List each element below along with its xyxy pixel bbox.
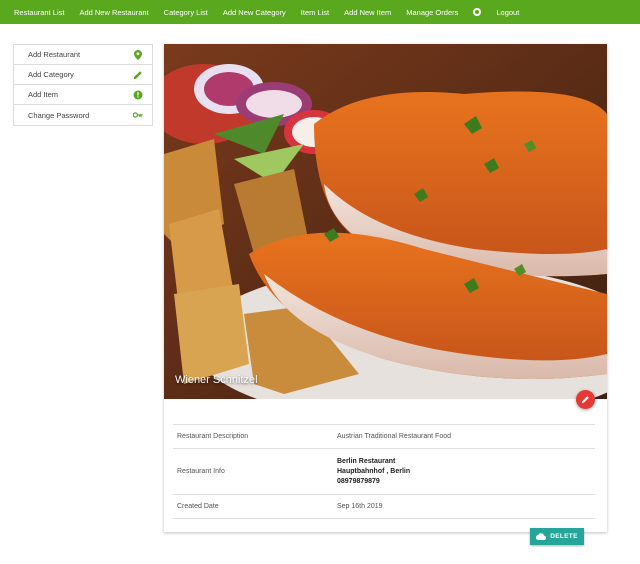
sidebar-item-label: Add Category xyxy=(28,70,74,79)
pencil-icon xyxy=(581,395,590,404)
item-title: Wiener Schnitzel xyxy=(175,374,258,386)
map-marker-icon xyxy=(133,49,143,60)
globe-icon[interactable] xyxy=(473,8,482,16)
created-value: Sep 16th 2019 xyxy=(337,494,595,519)
nav-restaurant-list[interactable]: Restaurant List xyxy=(14,8,64,17)
pencil-icon xyxy=(133,70,143,80)
top-navbar: Restaurant List Add New Restaurant Categ… xyxy=(0,0,640,24)
restaurant-name: Berlin Restaurant xyxy=(337,457,396,465)
food-photo: Wiener Schnitzel xyxy=(164,44,607,399)
delete-button[interactable]: DELETE xyxy=(530,528,584,545)
description-value: Austrian Traditional Restaurant Food xyxy=(337,424,595,449)
table-row: Restaurant Description Austrian Traditio… xyxy=(173,424,595,449)
restaurant-address: Hauptbahnhof , Berlin xyxy=(337,467,411,475)
sidebar-item-add-category[interactable]: Add Category xyxy=(14,65,152,85)
sidebar-item-add-restaurant[interactable]: Add Restaurant xyxy=(14,45,152,65)
created-label: Created Date xyxy=(173,494,337,519)
sidebar-item-label: Change Password xyxy=(28,110,90,120)
sidebar-item-change-password[interactable]: Change Password xyxy=(14,105,152,125)
nav-add-new-item[interactable]: Add New Item xyxy=(344,8,391,17)
nav-item-list[interactable]: Item List xyxy=(301,8,329,17)
nav-category-list[interactable]: Category List xyxy=(164,8,208,17)
item-card: Wiener Schnitzel Restaurant Description … xyxy=(164,44,607,532)
key-icon xyxy=(133,110,143,120)
nav-logout[interactable]: Logout xyxy=(496,8,519,17)
sidebar-item-label: Add Item xyxy=(28,90,59,99)
nav-add-new-restaurant[interactable]: Add New Restaurant xyxy=(79,8,148,17)
edit-button[interactable] xyxy=(576,390,595,409)
sidebar-menu: Add Restaurant Add Category Add Item Cha… xyxy=(13,44,153,126)
cloud-icon xyxy=(536,533,547,540)
table-row: Restaurant Info Berlin Restaurant Hauptb… xyxy=(173,448,595,495)
table-row: Created Date Sep 16th 2019 xyxy=(173,494,595,519)
info-label: Restaurant Info xyxy=(173,448,337,495)
nav-manage-orders[interactable]: Manage Orders xyxy=(406,8,458,17)
nav-add-new-category[interactable]: Add New Category xyxy=(223,8,286,17)
info-icon xyxy=(133,90,143,100)
description-label: Restaurant Description xyxy=(173,424,337,449)
restaurant-phone: 08979879879 xyxy=(337,477,380,485)
details-table: Restaurant Description Austrian Traditio… xyxy=(173,424,595,519)
info-value: Berlin Restaurant Hauptbahnhof , Berlin … xyxy=(337,448,595,495)
delete-label: DELETE xyxy=(550,533,578,540)
sidebar-item-add-item[interactable]: Add Item xyxy=(14,85,152,105)
sidebar-item-label: Add Restaurant xyxy=(28,50,81,59)
